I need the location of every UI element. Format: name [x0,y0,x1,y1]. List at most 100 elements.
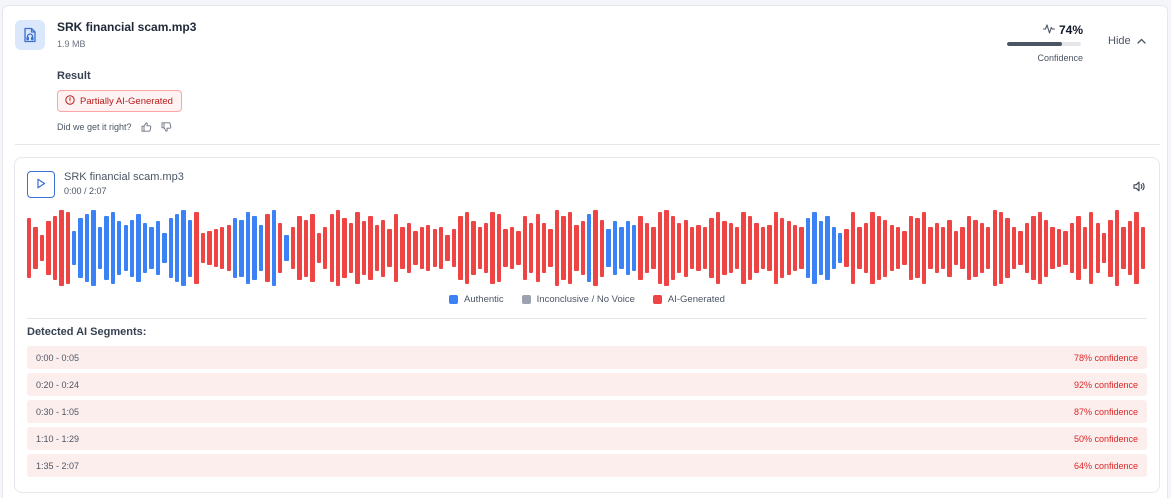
file-size: 1.9 MB [57,39,86,49]
waveform-bar-ai [677,223,682,273]
waveform-bar-ai [780,217,785,279]
thumbs-up-icon[interactable] [141,122,152,132]
segment-row[interactable]: 0:30 - 1:05 87% confidence [27,400,1147,423]
audio-file-icon [15,20,45,50]
waveform-bar-ai [767,225,772,271]
waveform-bar-ai [760,227,766,269]
confidence-indicator: 74% Confidence [1006,20,1083,70]
play-button[interactable] [27,171,55,198]
waveform-bar-ai [1024,223,1030,273]
waveform-bar-ai [329,213,334,283]
waveform-bar-ai [548,229,553,267]
waveform-legend: Authentic Inconclusive / No Voice AI-Gener… [15,294,1159,305]
waveform-bar-authentic [162,232,167,264]
waveform-bar-ai [484,223,489,273]
segment-confidence: 50% confidence [1073,433,1138,444]
waveform-bar-ai [715,211,721,285]
waveform-bar-ai [445,234,450,262]
waveform-bar-ai [1089,211,1094,285]
waveform-bar-authentic [78,217,83,279]
segment-time: 0:00 - 0:05 [36,352,80,363]
chevron-up-icon [1136,35,1146,47]
volume-icon[interactable] [1133,179,1146,197]
segment-row[interactable]: 0:00 - 0:05 78% confidence [27,346,1147,369]
waveform-bar-authentic [72,230,77,266]
waveform-bar-ai [786,221,791,275]
audio-player-panel: SRK financial scam.mp3 0:00 / 2:07 Authe… [14,157,1160,493]
panel-divider [27,318,1147,319]
waveform-bar-ai [529,223,534,273]
waveform-bar-ai [741,211,746,285]
waveform-bar-ai [393,213,399,283]
activity-pulse-icon [1042,21,1056,39]
waveform-bar-ai [361,221,367,275]
result-heading: Result [57,70,91,82]
segment-row[interactable]: 1:10 - 1:29 50% confidence [27,427,1147,450]
waveform-bar-ai [799,227,804,269]
waveform-bar-ai [355,211,360,285]
feedback-prompt: Did we get it right? [57,122,132,132]
waveform-bar-ai [709,217,714,279]
track-time: 0:00 / 2:07 [64,186,107,196]
waveform-bar-ai [889,225,894,271]
waveform-bar-authentic [812,211,817,285]
waveform-bar-ai [554,210,560,286]
waveform-bar-ai [1140,227,1145,269]
file-name: SRK financial scam.mp3 [57,20,197,34]
waveform-bar-authentic [284,234,289,262]
thumbs-down-icon[interactable] [161,122,172,132]
waveform-bar-authentic [110,211,116,285]
waveform-bar-ai [1011,227,1017,269]
waveform-bar-ai [1069,223,1075,273]
waveform-bar-ai [46,221,51,275]
waveform-bar-ai [657,211,663,285]
waveform-bar-ai [374,225,379,271]
waveform-bar-ai [754,223,759,273]
waveform-bar-ai [451,229,457,267]
waveform-bar-ai [992,210,997,286]
waveform-bar-ai [1101,232,1107,264]
section-divider [15,144,1160,145]
waveform-bar-authentic [187,219,193,277]
waveform-bar-ai [213,229,219,267]
waveform-bar-ai [1050,227,1055,269]
track-title: SRK financial scam.mp3 [64,171,184,183]
waveform-bar-authentic [91,210,96,286]
legend-label: Authentic [464,294,504,305]
waveform-bar-ai [522,215,527,281]
waveform-bar-authentic [838,232,843,264]
waveform-bar-ai [1018,230,1023,266]
waveform-bar-ai [670,215,676,281]
waveform-bar-ai [226,225,231,271]
waveform-bar-authentic [168,217,173,279]
waveform-bar-authentic [232,217,238,279]
waveform-bar-authentic [175,213,180,283]
waveform-bar-ai [303,219,309,277]
waveform-bar-ai [541,223,547,273]
waveform-bar-ai [1108,219,1113,277]
waveform-bar-ai [419,227,424,269]
waveform-bar-ai [65,211,70,285]
hide-button[interactable]: Hide [1104,33,1150,49]
waveform-bar-authentic [245,211,251,285]
analysis-card: SRK financial scam.mp3 1.9 MB 74% Confid… [2,5,1168,498]
waveform-bar-ai [683,219,688,277]
waveform[interactable] [27,210,1147,286]
waveform-bar-ai [413,230,418,266]
segment-row[interactable]: 1:35 - 2:07 64% confidence [27,454,1147,477]
segment-row[interactable]: 0:20 - 0:24 92% confidence [27,373,1147,396]
waveform-bar-ai [471,221,476,275]
waveform-bar-ai [1044,219,1049,277]
waveform-bar-ai [574,225,579,271]
segment-confidence: 92% confidence [1073,379,1138,390]
legend-swatch [652,295,662,304]
waveform-bar-ai [59,210,64,286]
legend-item: Inconclusive / No Voice [521,294,635,305]
waveform-bar-ai [644,223,650,273]
waveform-bar-authentic [142,223,148,273]
waveform-bar-ai [387,229,392,267]
waveform-bar-ai [52,215,58,281]
waveform-bar-ai [1134,211,1139,285]
waveform-bar-ai [496,213,502,283]
waveform-bar-ai [561,215,566,281]
